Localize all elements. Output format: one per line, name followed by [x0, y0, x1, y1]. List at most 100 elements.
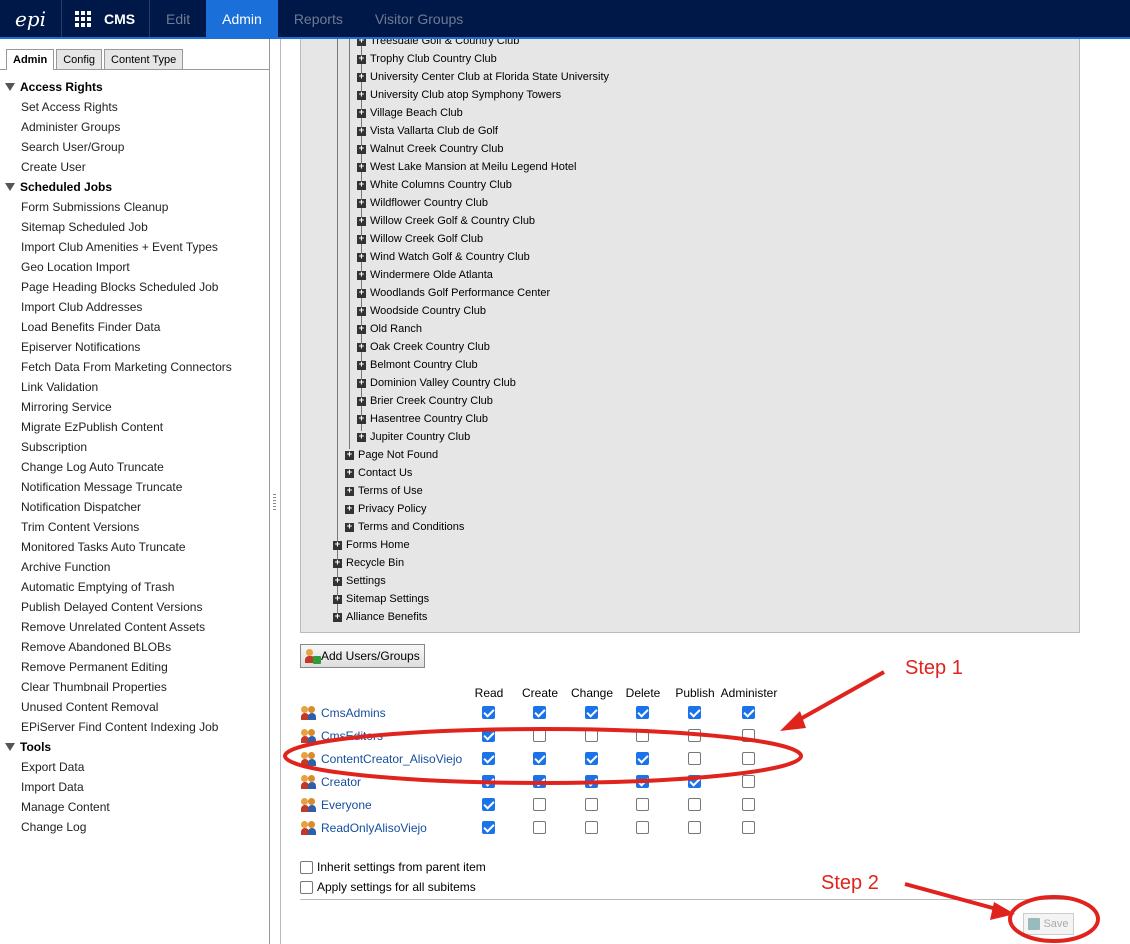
tree-node[interactable]: + Wildflower Country Club — [357, 194, 488, 212]
tree-node-label[interactable]: Old Ranch — [370, 323, 422, 335]
sidebar-item[interactable]: Import Club Addresses — [0, 297, 269, 317]
tree-node[interactable]: + Privacy Policy — [345, 500, 426, 518]
expand-plus-icon[interactable]: + — [357, 90, 366, 100]
permission-checkbox[interactable] — [482, 821, 495, 834]
section-header[interactable]: Access Rights — [0, 77, 269, 97]
sidebar-item[interactable]: Archive Function — [0, 557, 269, 577]
expand-plus-icon[interactable]: + — [357, 360, 366, 370]
panel-splitter-handle[interactable] — [273, 494, 276, 512]
sidebar-item[interactable]: Clear Thumbnail Properties — [0, 677, 269, 697]
sidebar-item[interactable]: Search User/Group — [0, 137, 269, 157]
tree-node[interactable]: + Settings — [333, 572, 386, 590]
tree-node-label[interactable]: Treesdale Golf & Country Club — [370, 39, 519, 47]
tree-node-label[interactable]: Alliance Benefits — [346, 611, 427, 623]
expand-plus-icon[interactable]: + — [357, 432, 366, 442]
expand-plus-icon[interactable]: + — [333, 594, 342, 604]
save-button[interactable]: Save — [1023, 913, 1074, 935]
permission-checkbox[interactable] — [688, 706, 701, 719]
permission-checkbox[interactable] — [533, 821, 546, 834]
tree-node[interactable]: + University Center Club at Florida State… — [357, 68, 609, 86]
expand-plus-icon[interactable]: + — [357, 54, 366, 64]
sidebar-item[interactable]: Sitemap Scheduled Job — [0, 217, 269, 237]
tree-node-label[interactable]: Terms and Conditions — [358, 521, 464, 533]
episerver-logo[interactable]: epi — [0, 0, 62, 37]
tree-node[interactable]: + Treesdale Golf & Country Club — [357, 39, 519, 50]
tree-node-label[interactable]: White Columns Country Club — [370, 179, 512, 191]
group-name-link[interactable]: CmsAdmins — [321, 706, 386, 720]
sidebar-item[interactable]: Notification Dispatcher — [0, 497, 269, 517]
tree-node[interactable]: + Jupiter Country Club — [357, 428, 470, 446]
expand-plus-icon[interactable]: + — [357, 180, 366, 190]
expand-plus-icon[interactable]: + — [357, 288, 366, 298]
tree-node-label[interactable]: Belmont Country Club — [370, 359, 478, 371]
tree-node[interactable]: + Terms and Conditions — [345, 518, 464, 536]
permission-checkbox[interactable] — [533, 729, 546, 742]
tree-node[interactable]: + Woodlands Golf Performance Center — [357, 284, 550, 302]
group-name-link[interactable]: ReadOnlyAlisoViejo — [321, 821, 427, 835]
permission-checkbox[interactable] — [742, 798, 755, 811]
expand-plus-icon[interactable]: + — [345, 522, 354, 532]
tree-node[interactable]: + Hasentree Country Club — [357, 410, 488, 428]
sidebar-item[interactable]: Load Benefits Finder Data — [0, 317, 269, 337]
tree-node[interactable]: + Terms of Use — [345, 482, 423, 500]
expand-plus-icon[interactable]: + — [357, 126, 366, 136]
sidebar-item[interactable]: Set Access Rights — [0, 97, 269, 117]
sidebar-item[interactable]: Page Heading Blocks Scheduled Job — [0, 277, 269, 297]
tree-node-label[interactable]: Jupiter Country Club — [370, 431, 470, 443]
sidebar-item[interactable]: Manage Content — [0, 797, 269, 817]
expand-plus-icon[interactable]: + — [357, 72, 366, 82]
permission-checkbox[interactable] — [482, 798, 495, 811]
sidebar-item[interactable]: Link Validation — [0, 377, 269, 397]
tree-node[interactable]: + Village Beach Club — [357, 104, 463, 122]
permission-checkbox[interactable] — [742, 706, 755, 719]
tree-node-label[interactable]: Willow Creek Golf Club — [370, 233, 483, 245]
expand-plus-icon[interactable]: + — [357, 414, 366, 424]
tree-node[interactable]: + Recycle Bin — [333, 554, 404, 572]
tree-node-label[interactable]: Sitemap Settings — [346, 593, 429, 605]
permission-checkbox[interactable] — [636, 706, 649, 719]
sidebar-item[interactable]: Episerver Notifications — [0, 337, 269, 357]
permission-checkbox[interactable] — [533, 752, 546, 765]
permission-checkbox[interactable] — [636, 821, 649, 834]
tree-node-label[interactable]: Oak Creek Country Club — [370, 341, 490, 353]
permission-checkbox[interactable] — [688, 798, 701, 811]
tree-node[interactable]: + Contact Us — [345, 464, 412, 482]
tree-node[interactable]: + Wind Watch Golf & Country Club — [357, 248, 530, 266]
tree-node[interactable]: + Dominion Valley Country Club — [357, 374, 516, 392]
permission-checkbox[interactable] — [533, 775, 546, 788]
sidebar-item[interactable]: Import Club Amenities + Event Types — [0, 237, 269, 257]
add-users-groups-button[interactable]: Add Users/Groups — [300, 644, 425, 668]
tree-node[interactable]: + Brier Creek Country Club — [357, 392, 493, 410]
collapse-triangle-icon[interactable] — [5, 183, 15, 191]
sidebar-item[interactable]: Import Data — [0, 777, 269, 797]
tree-node[interactable]: + Willow Creek Golf & Country Club — [357, 212, 535, 230]
permission-checkbox[interactable] — [585, 729, 598, 742]
group-name-link[interactable]: CmsEditors — [321, 729, 383, 743]
permission-checkbox[interactable] — [636, 798, 649, 811]
permission-checkbox[interactable] — [688, 752, 701, 765]
tree-node-label[interactable]: Woodlands Golf Performance Center — [370, 287, 550, 299]
inherit-option[interactable]: Inherit settings from parent item — [300, 858, 486, 876]
permission-checkbox[interactable] — [688, 821, 701, 834]
tree-node-label[interactable]: Wildflower Country Club — [370, 197, 488, 209]
tree-node-label[interactable]: Privacy Policy — [358, 503, 426, 515]
tree-node[interactable]: + Oak Creek Country Club — [357, 338, 490, 356]
tree-node-label[interactable]: Windermere Olde Atlanta — [370, 269, 493, 281]
tree-node[interactable]: + Alliance Benefits — [333, 608, 427, 626]
expand-plus-icon[interactable]: + — [357, 378, 366, 388]
tree-node-label[interactable]: West Lake Mansion at Meilu Legend Hotel — [370, 161, 576, 173]
section-header[interactable]: Tools — [0, 737, 269, 757]
tab-admin[interactable]: Admin — [6, 49, 55, 70]
expand-plus-icon[interactable]: + — [357, 342, 366, 352]
sidebar-item[interactable]: Subscription — [0, 437, 269, 457]
sidebar-item[interactable]: Unused Content Removal — [0, 697, 269, 717]
section-header[interactable]: Scheduled Jobs — [0, 177, 269, 197]
expand-plus-icon[interactable]: + — [357, 216, 366, 226]
tree-node[interactable]: + West Lake Mansion at Meilu Legend Hotel — [357, 158, 576, 176]
tree-node[interactable]: + Willow Creek Golf Club — [357, 230, 483, 248]
expand-plus-icon[interactable]: + — [357, 270, 366, 280]
tree-node-label[interactable]: Vista Vallarta Club de Golf — [370, 125, 498, 137]
collapse-triangle-icon[interactable] — [5, 743, 15, 751]
sidebar-item[interactable]: Change Log Auto Truncate — [0, 457, 269, 477]
tree-node[interactable]: + Woodside Country Club — [357, 302, 486, 320]
